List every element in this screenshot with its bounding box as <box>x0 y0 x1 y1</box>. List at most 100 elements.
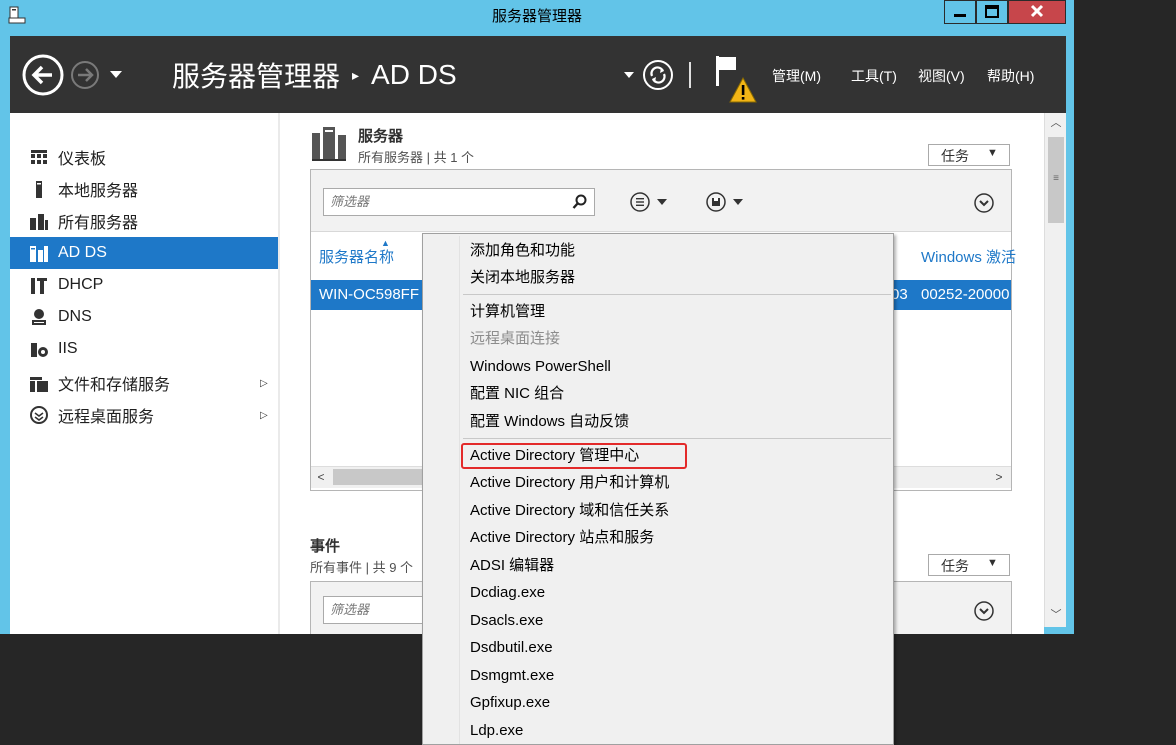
menu-item-configure-nic-teaming[interactable]: 配置 NIC 组合 <box>470 381 564 407</box>
menu-tools[interactable]: 工具(T) <box>851 66 897 86</box>
menu-item-dsdbutil[interactable]: Dsdbutil.exe <box>470 635 553 661</box>
header-bar: 服务器管理器 ▸ AD DS 管理(M) 工具(T) 视图(V) 帮助(H) <box>10 36 1066 113</box>
expand-section-icon[interactable] <box>973 600 995 622</box>
sidebar-item-file-storage[interactable]: 文件和存储服务 ▷ <box>10 367 278 399</box>
menu-separator <box>463 294 891 295</box>
scroll-left-icon[interactable]: < <box>311 467 331 487</box>
sidebar-item-label: 仪表板 <box>58 151 107 168</box>
servers-tasks-dropdown[interactable]: 任务 ▼ <box>928 144 1010 166</box>
servers-filter-input[interactable]: 筛选器 <box>323 188 595 216</box>
sidebar-item-label: DNS <box>58 308 92 325</box>
servers-section-subtitle: 所有服务器 | 共 1 个 <box>358 150 475 165</box>
sidebar-item-ad-ds[interactable]: AD DS <box>10 237 278 269</box>
menu-item-ad-sites-services[interactable]: Active Directory 站点和服务 <box>470 525 654 551</box>
menu-item-ad-domains-trusts[interactable]: Active Directory 域和信任关系 <box>470 498 669 524</box>
list-view-options-icon[interactable] <box>629 191 669 213</box>
header-divider <box>689 62 691 88</box>
menu-view[interactable]: 视图(V) <box>918 66 965 86</box>
chevron-down-icon: ▼ <box>987 557 998 569</box>
scrollbar-grip-icon: ≡ <box>1053 173 1059 184</box>
breadcrumb-root[interactable]: 服务器管理器 <box>172 55 340 95</box>
scroll-right-icon[interactable]: > <box>989 467 1009 487</box>
notifications-flag-icon[interactable] <box>712 52 758 104</box>
menu-item-remote-desktop-connection: 远程桌面连接 <box>470 330 561 347</box>
sidebar-item-label: 远程桌面服务 <box>58 409 155 426</box>
sidebar-item-iis[interactable]: IIS <box>10 333 278 365</box>
sidebar-item-all-servers[interactable]: 所有服务器 <box>10 205 278 237</box>
menu-separator <box>463 438 891 439</box>
file-storage-icon <box>30 377 48 392</box>
vertical-scrollbar[interactable]: ︿ ≡ ﹀ <box>1044 113 1066 627</box>
sidebar-item-label: AD DS <box>58 244 107 261</box>
local-server-icon <box>36 181 42 198</box>
servers-filter-bar: 筛选器 <box>311 170 1011 232</box>
navigation-dropdown-icon[interactable] <box>108 66 124 82</box>
minimize-icon <box>954 14 966 17</box>
menu-item-add-roles[interactable]: 添加角色和功能 <box>470 238 575 264</box>
menu-item-ldp[interactable]: Ldp.exe <box>470 718 523 744</box>
windows-activation-cell: 00252-20000 <box>921 286 1010 303</box>
sidebar-item-label: 文件和存储服务 <box>58 377 171 394</box>
menu-item-windows-powershell[interactable]: Windows PowerShell <box>470 354 611 380</box>
tools-context-menu: 添加角色和功能 关闭本地服务器 计算机管理 远程桌面连接 Windows Pow… <box>422 233 894 745</box>
maximize-button[interactable] <box>976 0 1008 24</box>
refresh-dropdown-icon[interactable] <box>622 68 636 82</box>
menu-item-dcdiag[interactable]: Dcdiag.exe <box>470 580 545 606</box>
tasks-label: 任务 <box>941 558 969 574</box>
sidebar-item-label: DHCP <box>58 276 104 293</box>
submenu-arrow-icon[interactable]: ▷ <box>260 378 268 389</box>
chevron-down-icon: ▼ <box>987 147 998 159</box>
menu-item-gpfixup[interactable]: Gpfixup.exe <box>470 690 550 716</box>
scrollbar-thumb[interactable] <box>333 469 433 485</box>
sidebar-item-local-server[interactable]: 本地服务器 <box>10 173 278 205</box>
events-tasks-dropdown[interactable]: 任务 ▼ <box>928 554 1010 576</box>
menu-item-shutdown-local-server[interactable]: 关闭本地服务器 <box>470 265 575 291</box>
close-button[interactable] <box>1008 0 1066 24</box>
search-icon[interactable] <box>572 194 588 210</box>
sidebar-item-dashboard[interactable]: 仪表板 <box>10 141 278 173</box>
menu-item-ad-users-computers[interactable]: Active Directory 用户和计算机 <box>470 470 669 496</box>
tasks-label: 任务 <box>941 148 969 164</box>
close-icon <box>1030 4 1044 18</box>
sidebar-item-remote-desktop[interactable]: 远程桌面服务 ▷ <box>10 399 278 431</box>
minimize-button[interactable] <box>944 0 976 24</box>
filter-placeholder: 筛选器 <box>330 602 370 617</box>
servers-section-icon <box>312 127 346 161</box>
save-query-icon[interactable] <box>705 191 745 213</box>
menu-item-configure-windows-feedback[interactable]: 配置 Windows 自动反馈 <box>470 409 629 435</box>
filter-placeholder: 筛选器 <box>330 194 370 209</box>
column-header-server-name[interactable]: 服务器名称 <box>319 246 394 267</box>
menu-item-dsmgmt[interactable]: Dsmgmt.exe <box>470 663 554 689</box>
breadcrumb: 服务器管理器 ▸ AD DS <box>172 56 457 94</box>
events-section-subtitle: 所有事件 | 共 9 个 <box>310 560 414 575</box>
submenu-arrow-icon[interactable]: ▷ <box>260 410 268 421</box>
menu-item-adsi-edit[interactable]: ADSI 编辑器 <box>470 553 554 579</box>
iis-icon <box>31 343 48 357</box>
menu-item-computer-management[interactable]: 计算机管理 <box>470 299 545 325</box>
title-bar[interactable]: 服务器管理器 <box>0 0 1074 36</box>
menu-item-dsacls[interactable]: Dsacls.exe <box>470 608 543 634</box>
all-servers-icon <box>30 214 48 230</box>
sidebar-item-dns[interactable]: DNS <box>10 301 278 333</box>
breadcrumb-current: AD DS <box>371 59 457 90</box>
column-header-windows-activation[interactable]: Windows 激活 <box>921 246 1016 267</box>
menu-help[interactable]: 帮助(H) <box>987 66 1034 86</box>
remote-desktop-icon <box>30 406 48 424</box>
forward-arrow-icon[interactable] <box>70 60 100 90</box>
maximize-icon <box>985 5 999 18</box>
window-title: 服务器管理器 <box>491 8 582 25</box>
back-arrow-icon[interactable] <box>22 54 64 96</box>
refresh-icon[interactable] <box>642 59 674 91</box>
expand-section-icon[interactable] <box>973 192 995 214</box>
scroll-up-icon[interactable]: ︿ <box>1045 113 1067 133</box>
screen: 服务器管理器 服务器管理器 ▸ AD DS 管理(M) 工具(T) 视图(V) … <box>0 0 1176 745</box>
sidebar-item-dhcp[interactable]: DHCP <box>10 269 278 301</box>
dhcp-icon <box>31 278 47 294</box>
servers-section-title: 服务器 <box>358 128 404 145</box>
scroll-down-icon[interactable]: ﹀ <box>1045 605 1067 625</box>
menu-manage[interactable]: 管理(M) <box>772 66 821 86</box>
ad-ds-icon <box>30 246 48 262</box>
sidebar: 仪表板 本地服务器 所有服务器 AD DS DHCP DNS IIS 文件和存储… <box>10 113 278 634</box>
sidebar-item-label: IIS <box>58 340 78 357</box>
breadcrumb-separator: ▸ <box>352 66 360 83</box>
